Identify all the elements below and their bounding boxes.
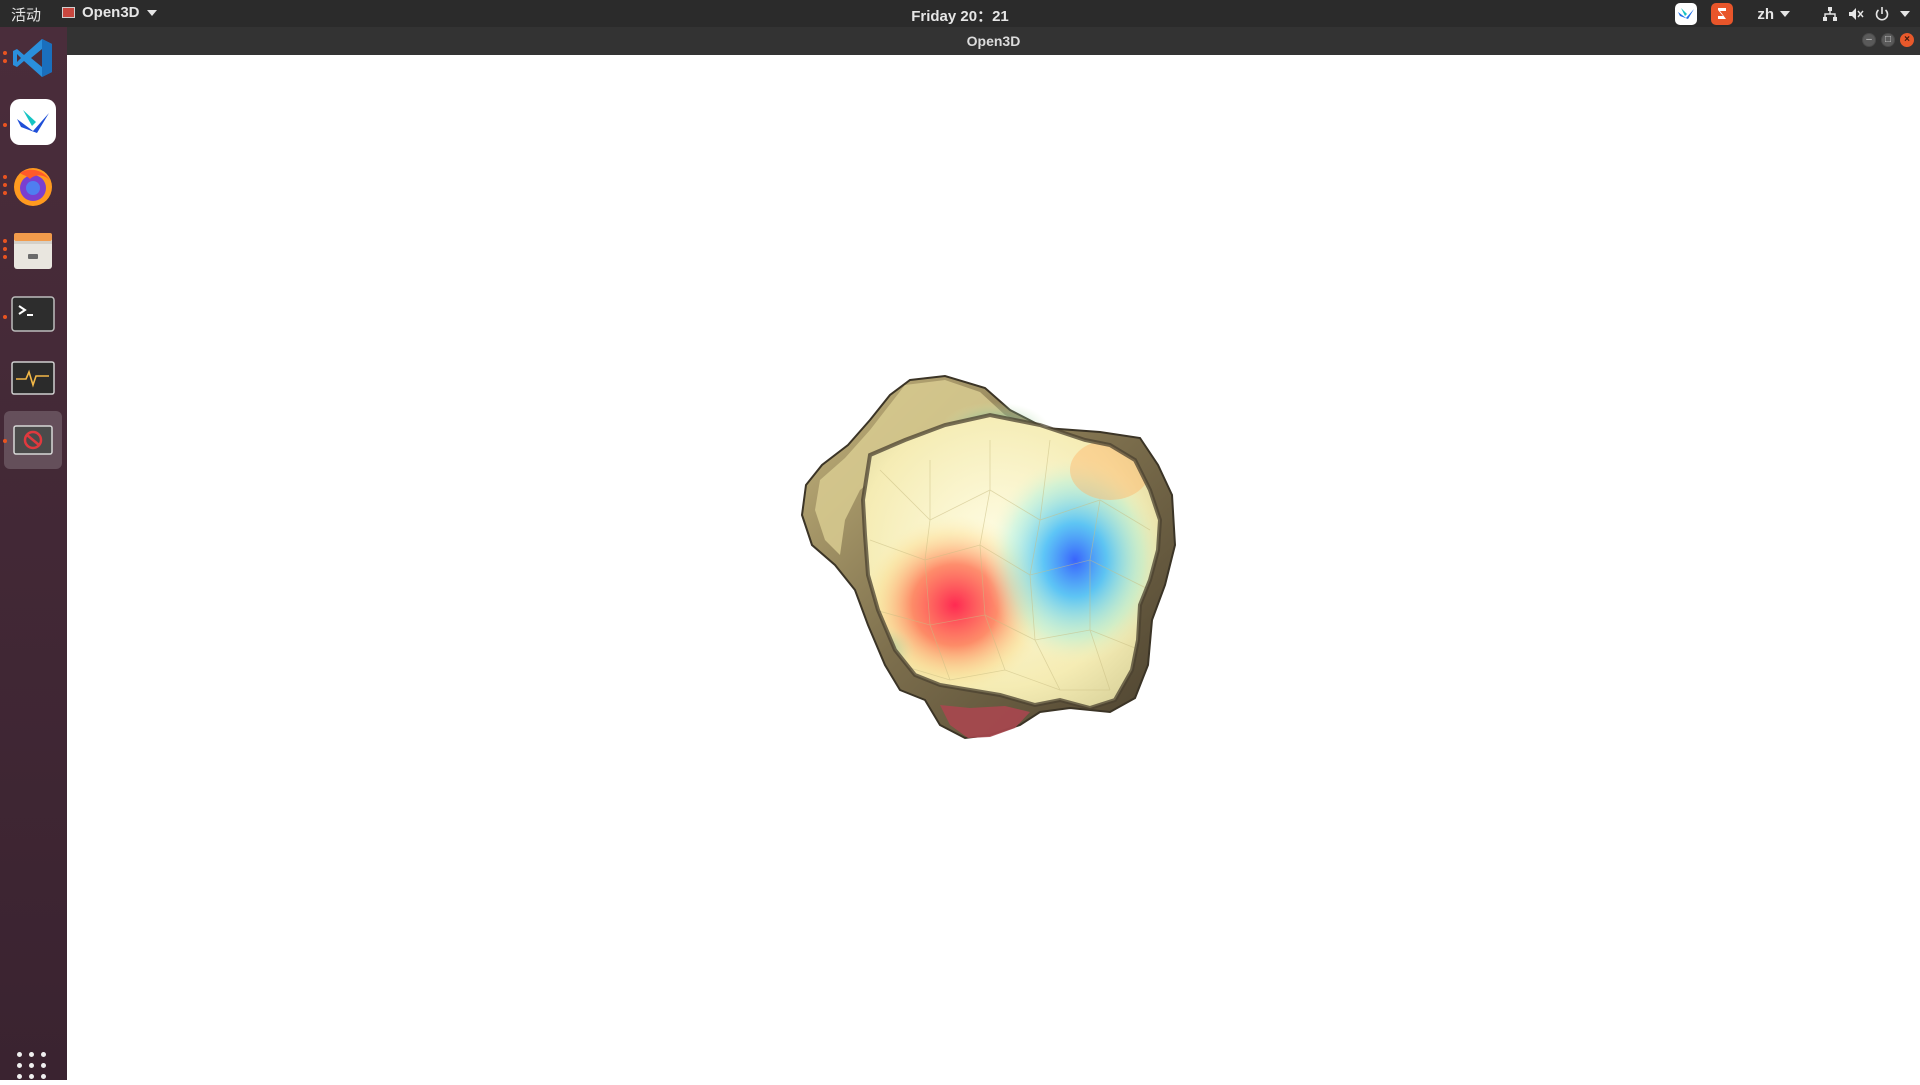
dock bbox=[0, 27, 67, 1080]
network-icon bbox=[1823, 7, 1837, 21]
show-applications-button[interactable] bbox=[17, 1052, 47, 1079]
running-indicator bbox=[3, 255, 7, 259]
vscode-icon bbox=[13, 39, 52, 77]
chevron-down-icon bbox=[1900, 11, 1910, 17]
running-indicator bbox=[3, 175, 7, 179]
dock-item-terminal[interactable] bbox=[4, 285, 62, 343]
window-title: Open3D bbox=[966, 33, 1021, 49]
dock-item-system-monitor[interactable] bbox=[4, 349, 62, 407]
dock-item-firefox[interactable] bbox=[4, 157, 62, 215]
chevron-down-icon bbox=[1780, 11, 1790, 17]
activities-button[interactable]: 活动 bbox=[11, 4, 41, 25]
system-monitor-icon bbox=[11, 361, 55, 395]
system-menu[interactable] bbox=[1822, 6, 1910, 22]
top-bar: 活动 Open3D Friday 20：21 zh bbox=[0, 0, 1920, 27]
running-indicator bbox=[3, 315, 7, 319]
firefox-icon bbox=[14, 168, 52, 206]
window-titlebar[interactable]: Open3D – □ × bbox=[67, 27, 1920, 55]
window-controls: – □ × bbox=[1862, 33, 1914, 47]
clock[interactable]: Friday 20：21 bbox=[0, 5, 1920, 26]
running-indicator bbox=[3, 239, 7, 243]
open3d-icon bbox=[13, 425, 53, 455]
app-menu[interactable]: Open3D bbox=[62, 4, 157, 21]
dock-item-files[interactable] bbox=[4, 221, 62, 279]
minimize-button[interactable]: – bbox=[1862, 33, 1876, 47]
open3d-app-icon bbox=[62, 7, 75, 18]
terminal-icon bbox=[11, 296, 55, 332]
mesh-render bbox=[800, 374, 1177, 740]
running-indicator bbox=[3, 51, 7, 55]
running-indicator bbox=[3, 183, 7, 187]
files-icon bbox=[14, 233, 52, 269]
feishu-icon bbox=[10, 99, 56, 145]
running-indicator bbox=[3, 439, 7, 443]
language-selector[interactable]: zh bbox=[1757, 6, 1790, 23]
running-indicator bbox=[3, 247, 7, 251]
maximize-button[interactable]: □ bbox=[1881, 33, 1895, 47]
running-indicator bbox=[3, 123, 7, 127]
dock-item-feishu[interactable] bbox=[4, 93, 62, 151]
feishu-icon[interactable] bbox=[1675, 3, 1698, 25]
sogou-icon[interactable] bbox=[1711, 3, 1734, 25]
app-menu-label: Open3D bbox=[82, 4, 140, 21]
dock-item-open3d[interactable] bbox=[4, 411, 62, 469]
dock-item-vscode[interactable] bbox=[4, 29, 62, 87]
power-icon bbox=[1875, 7, 1889, 21]
volume-muted-icon bbox=[1849, 8, 1864, 20]
open3d-viewport[interactable] bbox=[67, 55, 1920, 1080]
system-tray: zh bbox=[1675, 2, 1910, 26]
running-indicator bbox=[3, 59, 7, 63]
language-label: zh bbox=[1757, 5, 1774, 23]
chevron-down-icon bbox=[146, 9, 157, 16]
running-indicator bbox=[3, 191, 7, 195]
close-button[interactable]: × bbox=[1900, 33, 1914, 47]
